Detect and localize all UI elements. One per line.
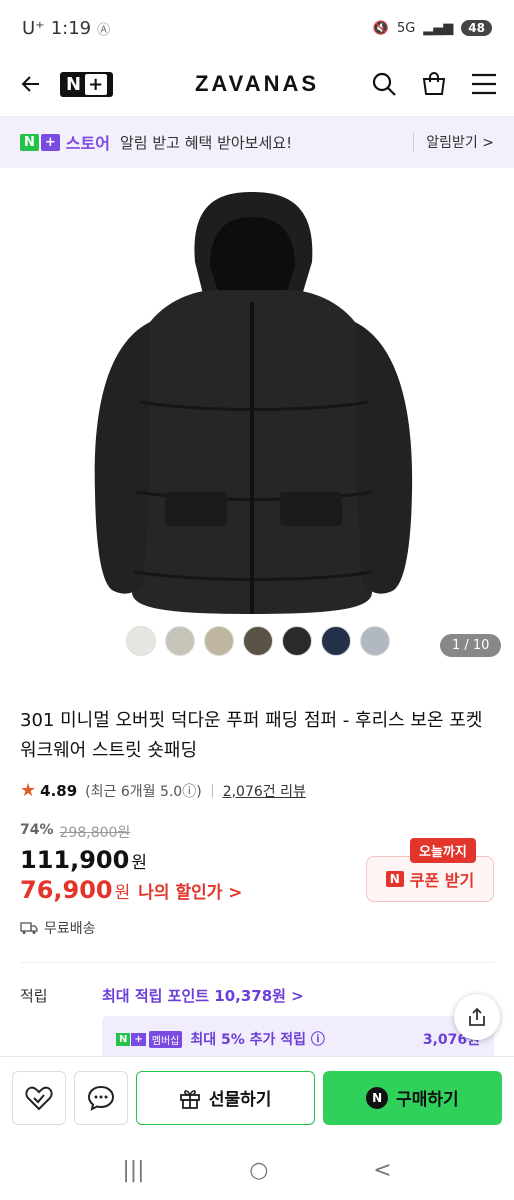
nplus-logo-n: N [66,73,83,95]
original-price: 298,800원 [59,825,131,841]
menu-button[interactable] [470,70,498,98]
hamburger-icon [472,73,496,95]
battery-indicator: 48 [461,20,492,36]
mute-icon: 🔇 [372,20,389,36]
shipping-label: 무료배송 [44,921,96,937]
shopping-bag-icon [422,72,446,95]
shipping-row: 무료배송 [20,918,96,938]
search-icon [372,72,396,96]
rating-subtext[interactable]: (최근 6개월 5.0ⓘ) [85,781,202,801]
membership-points-text: 최대 5% 추가 적립 ⓘ [190,1032,325,1048]
nplus-store-badge: N + 스토어 [20,130,110,154]
gift-button[interactable]: 선물하기 [135,1070,315,1125]
share-icon [469,1007,485,1026]
buy-button[interactable]: N 구매하기 [322,1070,503,1125]
image-counter: 1 / 10 [440,634,502,657]
truck-icon [20,922,38,934]
chat-bubble-icon [87,1085,114,1111]
heart-check-icon [25,1086,53,1110]
status-bar: U⁺ 1:19 Ⓐ 🔇 5G ▂▄▆ 48 [0,0,514,56]
font-icon: Ⓐ [97,22,111,38]
recent-apps-button[interactable]: ||| [122,1158,144,1183]
rating-row: ★ 4.89 (최근 6개월 5.0ⓘ) 2,076건 리뷰 [20,780,306,801]
my-discount-link[interactable]: 나의 할인가 > [138,878,242,903]
max-points-link[interactable]: 최대 적립 포인트 10,378원 > [102,985,304,1006]
section-divider [20,962,494,963]
color-swatch[interactable] [282,626,312,656]
home-button[interactable]: ○ [249,1158,268,1183]
color-swatches [126,626,390,656]
wishlist-button[interactable] [12,1070,66,1125]
coupon-label: 쿠폰 받기 [409,871,475,890]
my-price-row[interactable]: 76,900 원 나의 할인가 > [20,876,243,904]
membership-badge-tag: 멤버십 [148,1030,183,1048]
product-image[interactable] [0,172,514,672]
banner-text: 알림 받고 혜택 받아보세요! [119,133,293,152]
puffer-jacket-image [94,192,413,614]
search-button[interactable] [370,70,398,98]
color-swatch[interactable] [360,626,390,656]
signal-icon: ▂▄▆ [423,20,454,36]
reviews-link[interactable]: 2,076건 리뷰 [223,781,306,801]
membership-badge-plus: + [131,1032,146,1046]
sale-price-unit: 원 [131,853,147,873]
price-row: 111,900 원 [20,846,147,874]
clock: 1:19 [50,17,92,39]
discount-percent: 74% [20,822,54,838]
star-icon: ★ [20,780,37,801]
color-swatch[interactable] [204,626,234,656]
notification-banner[interactable]: N + 스토어 알림 받고 혜택 받아보세요! 알림받기 > [0,116,514,168]
gift-icon [179,1089,200,1109]
nplus-logo-plus: + [85,73,108,95]
membership-badge: N + 멤버십 [116,1030,183,1048]
coupon-deadline-tag: 오늘까지 [410,838,476,863]
arrow-left-icon [21,76,39,92]
divider [211,783,213,798]
rating-value: 4.89 [40,781,78,800]
naverpay-n-icon: N [366,1086,389,1109]
discount-row: 74% 298,800원 [20,822,130,842]
color-swatch[interactable] [126,626,156,656]
my-price-unit: 원 [114,883,131,903]
subscribe-alert-link[interactable]: 알림받기 > [413,132,494,152]
sale-price: 111,900 [20,846,130,874]
carrier-label: U⁺ [22,17,45,39]
points-row: 적립 최대 적립 포인트 10,378원 > [20,985,494,1006]
bottom-action-bar: 선물하기 N 구매하기 [0,1056,514,1138]
product-title: 301 미니멀 오버핏 덕다운 푸퍼 패딩 점퍼 - 후리스 보온 포켓 워크웨… [20,710,483,761]
system-nav-bar: ||| ○ < [0,1140,514,1200]
my-price: 76,900 [20,876,113,904]
points-label: 적립 [20,987,48,1005]
network-label: 5G [396,20,416,36]
store-badge-plus: + [40,133,60,151]
gift-label: 선물하기 [208,1090,272,1110]
chat-button[interactable] [73,1070,128,1125]
color-swatch[interactable] [165,626,195,656]
share-button[interactable] [454,994,500,1040]
back-button[interactable] [16,69,46,99]
color-swatch[interactable] [321,626,351,656]
membership-badge-n: N [116,1032,131,1046]
cart-button[interactable] [420,70,448,98]
store-badge-label: 스토어 [65,134,110,153]
color-swatch[interactable] [243,626,273,656]
coupon-n-icon: N [385,871,404,887]
nplus-logo[interactable]: N + [60,71,114,97]
system-back-button[interactable]: < [373,1158,391,1183]
store-badge-n: N [20,133,39,151]
app-header: N + ZAVANAS [0,56,514,112]
buy-label: 구매하기 [396,1090,459,1110]
